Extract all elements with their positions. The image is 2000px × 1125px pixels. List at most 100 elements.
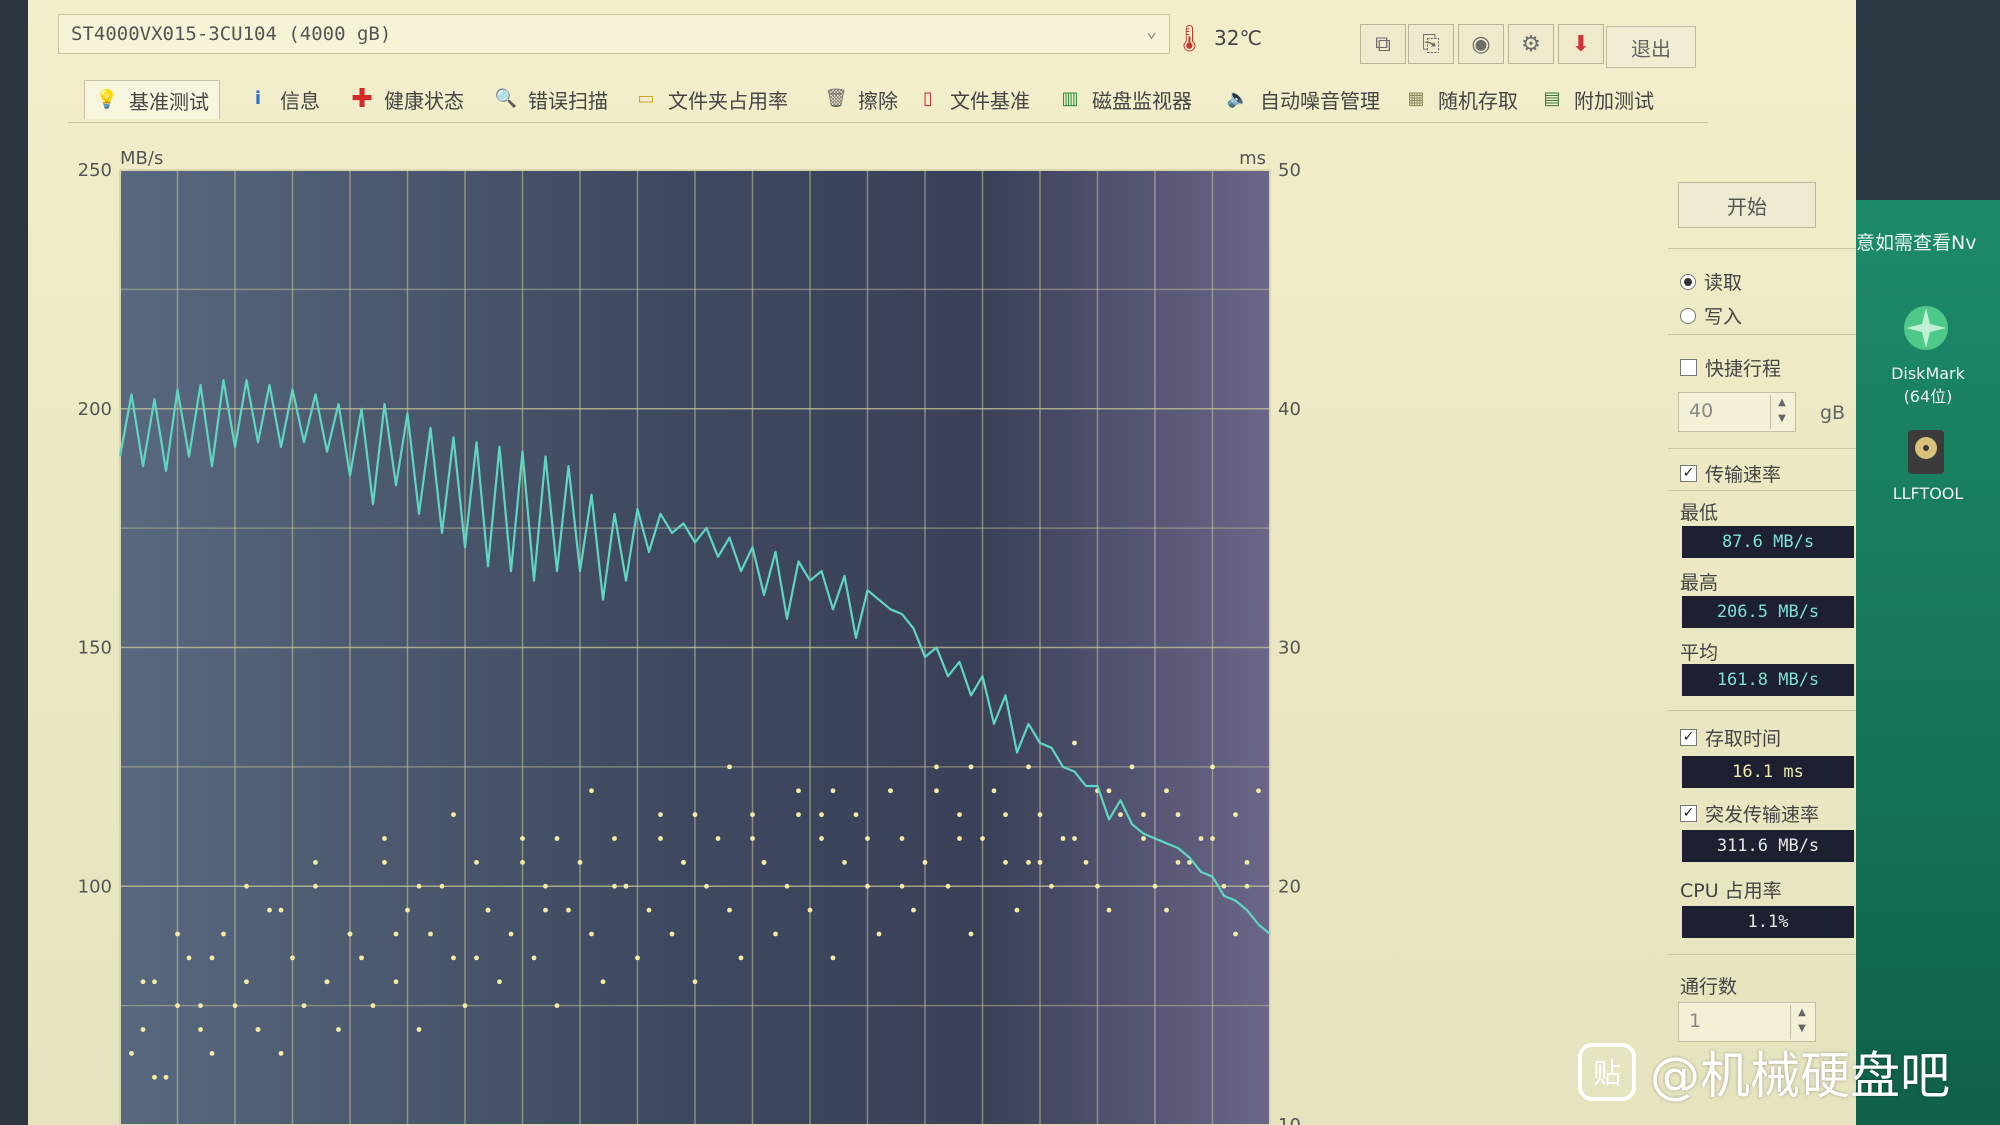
read-label: 读取: [1704, 272, 1743, 294]
access-time-point: [830, 788, 836, 794]
thermometer-icon: 🌡: [1173, 24, 1207, 54]
access-time-point: [508, 931, 514, 937]
tab-erase[interactable]: 🗑 擦除: [824, 80, 898, 118]
access-time-point: [796, 788, 801, 794]
max-readout: 206.5 MB/s: [1682, 596, 1854, 628]
access-time-point: [968, 931, 974, 937]
cpu-readout: 1.1%: [1682, 906, 1854, 938]
quick-stroke-stepper[interactable]: 40 ▲ ▼: [1678, 392, 1796, 432]
access-time-point: [416, 1027, 422, 1032]
tab-random-access[interactable]: ▦ 随机存取: [1404, 80, 1518, 118]
tab-bar: 💡 基准测试 i 信息 ✚ 健康状态 🔍 错误扫描 ▭ 文件夹占用率 🗑 擦除 ▯ 文件基准 …: [68, 76, 1708, 123]
read-radio[interactable]: 读取: [1680, 268, 1742, 295]
tab-extra-tests[interactable]: ▤ 附加测试: [1540, 80, 1654, 118]
write-label: 写入: [1704, 306, 1743, 328]
access-time-point: [1118, 812, 1123, 818]
access-time-point: [439, 883, 445, 889]
tab-health[interactable]: ✚ 健康状态: [350, 80, 464, 118]
screenshot-button[interactable]: ◉: [1458, 24, 1504, 64]
stepper-arrows-icon[interactable]: ▲ ▼: [1770, 395, 1793, 429]
access-time-point: [209, 955, 215, 961]
access-time-point: [186, 955, 192, 961]
checkbox-checked[interactable]: ✓: [1680, 805, 1697, 822]
tab-label: 擦除: [858, 88, 898, 113]
exit-button[interactable]: 退出: [1606, 26, 1696, 68]
chevron-down-icon[interactable]: ⌄: [1146, 21, 1157, 42]
access-time-point: [658, 836, 663, 841]
access-time-point: [1037, 859, 1043, 865]
access-time-point: [830, 955, 836, 961]
control-panel: 开始 读取 写入 快捷行程 40 ▲ ▼ gB ✓ 传输速率 最低 87.6 MB/…: [1648, 130, 1878, 1125]
options-button[interactable]: ⚙: [1508, 24, 1554, 64]
access-time-point: [566, 907, 571, 913]
start-button[interactable]: 开始: [1678, 182, 1816, 228]
checkbox-checked[interactable]: ✓: [1680, 729, 1697, 746]
access-time-point: [807, 907, 813, 913]
y-left-unit-label: MB/s: [120, 148, 163, 169]
access-time-point: [485, 907, 491, 913]
desktop-icon-label: LLFTOOL: [1892, 484, 1964, 503]
write-radio[interactable]: 写入: [1680, 302, 1742, 329]
access-time-point: [1026, 764, 1031, 770]
access-time-point: [531, 955, 537, 961]
passes-label: 通行数: [1680, 976, 1738, 998]
benchmark-chart: 250 200 150 100 50 40 30 20 10 MB/s ms: [28, 130, 1648, 1125]
y-right-unit-label: ms: [1239, 148, 1266, 169]
divider: [1668, 710, 1868, 711]
radio-selected[interactable]: [1680, 273, 1696, 290]
y-left-tick-label: 100: [78, 876, 112, 897]
download-button[interactable]: ⬇: [1558, 24, 1604, 64]
quick-stroke-checkbox[interactable]: 快捷行程: [1680, 354, 1781, 381]
access-time-point: [543, 907, 548, 913]
quick-label: 快捷行程: [1705, 358, 1782, 380]
access-time-point: [577, 859, 583, 865]
access-time-point: [589, 788, 594, 794]
access-time-point: [968, 764, 974, 770]
burst-rate-checkbox[interactable]: ✓ 突发传输速率: [1680, 800, 1819, 827]
access-time-point: [784, 883, 790, 889]
copy-text-button[interactable]: ⧉: [1360, 24, 1406, 64]
watermark-text: @机械硬盘吧: [1650, 1047, 1950, 1105]
access-time-point: [370, 1003, 376, 1009]
access-time-point: [554, 1003, 560, 1009]
llftool-icon[interactable]: [1898, 424, 1954, 480]
access-time-point: [497, 979, 502, 985]
checkbox-unchecked[interactable]: [1680, 359, 1697, 376]
checkbox-checked[interactable]: ✓: [1680, 465, 1697, 482]
desktop-icon-label: DiskMark (64位): [1891, 364, 1965, 406]
tab-noise-management[interactable]: 🔈 自动噪音管理: [1226, 80, 1380, 118]
tab-file-benchmark[interactable]: ▯ 文件基准: [916, 80, 1030, 118]
drive-select[interactable]: ST4000VX015-3CU104 (4000 gB) ⌄: [58, 14, 1170, 54]
access-time-checkbox[interactable]: ✓ 存取时间: [1680, 724, 1781, 751]
diskmark-icon[interactable]: [1898, 300, 1954, 356]
tab-info[interactable]: i 信息: [246, 80, 320, 118]
access-time-point: [140, 979, 146, 985]
access-time-point: [957, 836, 962, 841]
transfer-rate-checkbox[interactable]: ✓ 传输速率: [1680, 460, 1781, 487]
copy-image-icon: ⎘: [1422, 31, 1440, 57]
access-time-point: [1256, 788, 1261, 794]
access-time-point: [842, 859, 847, 865]
tab-label: 文件基准: [950, 88, 1030, 113]
access-time-point: [313, 859, 318, 865]
access-time-point: [1014, 907, 1020, 913]
access-time-point: [1141, 836, 1146, 841]
tab-error-scan[interactable]: 🔍 错误扫描: [494, 80, 608, 118]
access-time-point: [416, 883, 422, 889]
copy-image-button[interactable]: ⎘: [1408, 24, 1454, 64]
access-time-point: [336, 1027, 341, 1032]
tab-folder-usage[interactable]: ▭ 文件夹占用率: [634, 80, 788, 118]
temperature-readout: 🌡 32℃: [1173, 24, 1262, 54]
access-time-point: [1221, 883, 1227, 889]
stepper-arrows-icon[interactable]: ▲ ▼: [1790, 1005, 1813, 1039]
access-time-point: [209, 1050, 215, 1056]
access-time-point: [750, 836, 755, 841]
tab-disk-monitor[interactable]: ▥ 磁盘监视器: [1058, 80, 1192, 118]
access-time-point: [692, 812, 698, 818]
temperature-value: 32℃: [1214, 26, 1262, 50]
watermark: 贴 @机械硬盘吧: [1578, 1036, 1950, 1108]
access-time-point: [738, 955, 744, 961]
access-time-point: [520, 836, 525, 841]
radio-unselected[interactable]: [1680, 307, 1696, 324]
tab-benchmark[interactable]: 💡 基准测试: [84, 80, 220, 119]
